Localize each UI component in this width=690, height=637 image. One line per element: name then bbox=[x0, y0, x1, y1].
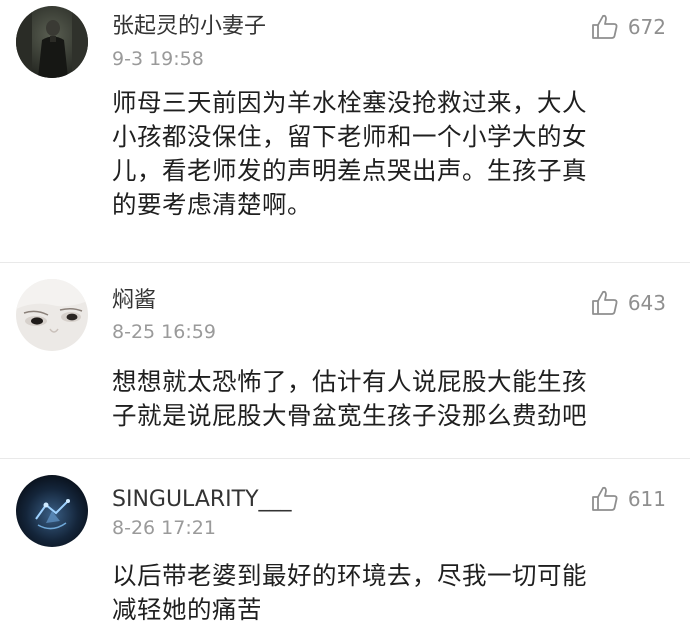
avatar[interactable] bbox=[16, 475, 88, 547]
username[interactable]: 张起灵的小妻子 bbox=[112, 16, 266, 38]
timestamp: 8-25 16:59 bbox=[112, 321, 216, 343]
comment-item: SINGULARITY___ 8-26 17:21 611 以后带老婆到最好的环… bbox=[0, 459, 690, 637]
timestamp: 8-26 17:21 bbox=[112, 517, 216, 539]
thumbs-up-icon bbox=[591, 14, 618, 39]
like-count: 672 bbox=[627, 15, 666, 39]
blue-light-avatar-icon bbox=[16, 475, 88, 547]
like-button[interactable]: 643 bbox=[591, 290, 666, 316]
face-closeup-avatar-icon bbox=[16, 279, 88, 351]
comment-item: 焖酱 8-25 16:59 643 想想就太恐怖了，估计有人说屁股大能生孩 子就… bbox=[0, 263, 690, 458]
like-button[interactable]: 672 bbox=[591, 14, 666, 40]
thumbs-up-icon bbox=[591, 290, 618, 315]
comment-item: 张起灵的小妻子 9-3 19:58 672 师母三天前因为羊水栓塞没抢救过来，大… bbox=[0, 0, 690, 262]
username[interactable]: 焖酱 bbox=[112, 290, 156, 312]
like-button[interactable]: 611 bbox=[591, 486, 666, 512]
comment-text: 以后带老婆到最好的环境去，尽我一切可能 减轻她的痛苦 bbox=[112, 561, 587, 624]
comment-text: 想想就太恐怖了，估计有人说屁股大能生孩 子就是说屁股大骨盆宽生孩子没那么费劲吧 bbox=[112, 367, 587, 430]
avatar[interactable] bbox=[16, 6, 88, 78]
avatar[interactable] bbox=[16, 279, 88, 351]
username[interactable]: SINGULARITY___ bbox=[112, 489, 292, 511]
thumbs-up-icon bbox=[591, 486, 618, 511]
like-count: 643 bbox=[627, 291, 666, 315]
dark-figure-avatar-icon bbox=[16, 6, 88, 78]
comment-list: 张起灵的小妻子 9-3 19:58 672 师母三天前因为羊水栓塞没抢救过来，大… bbox=[0, 0, 690, 637]
like-count: 611 bbox=[627, 487, 666, 511]
timestamp: 9-3 19:58 bbox=[112, 48, 204, 70]
comment-text: 师母三天前因为羊水栓塞没抢救过来，大人 小孩都没保住，留下老师和一个小学大的女 … bbox=[112, 88, 587, 219]
